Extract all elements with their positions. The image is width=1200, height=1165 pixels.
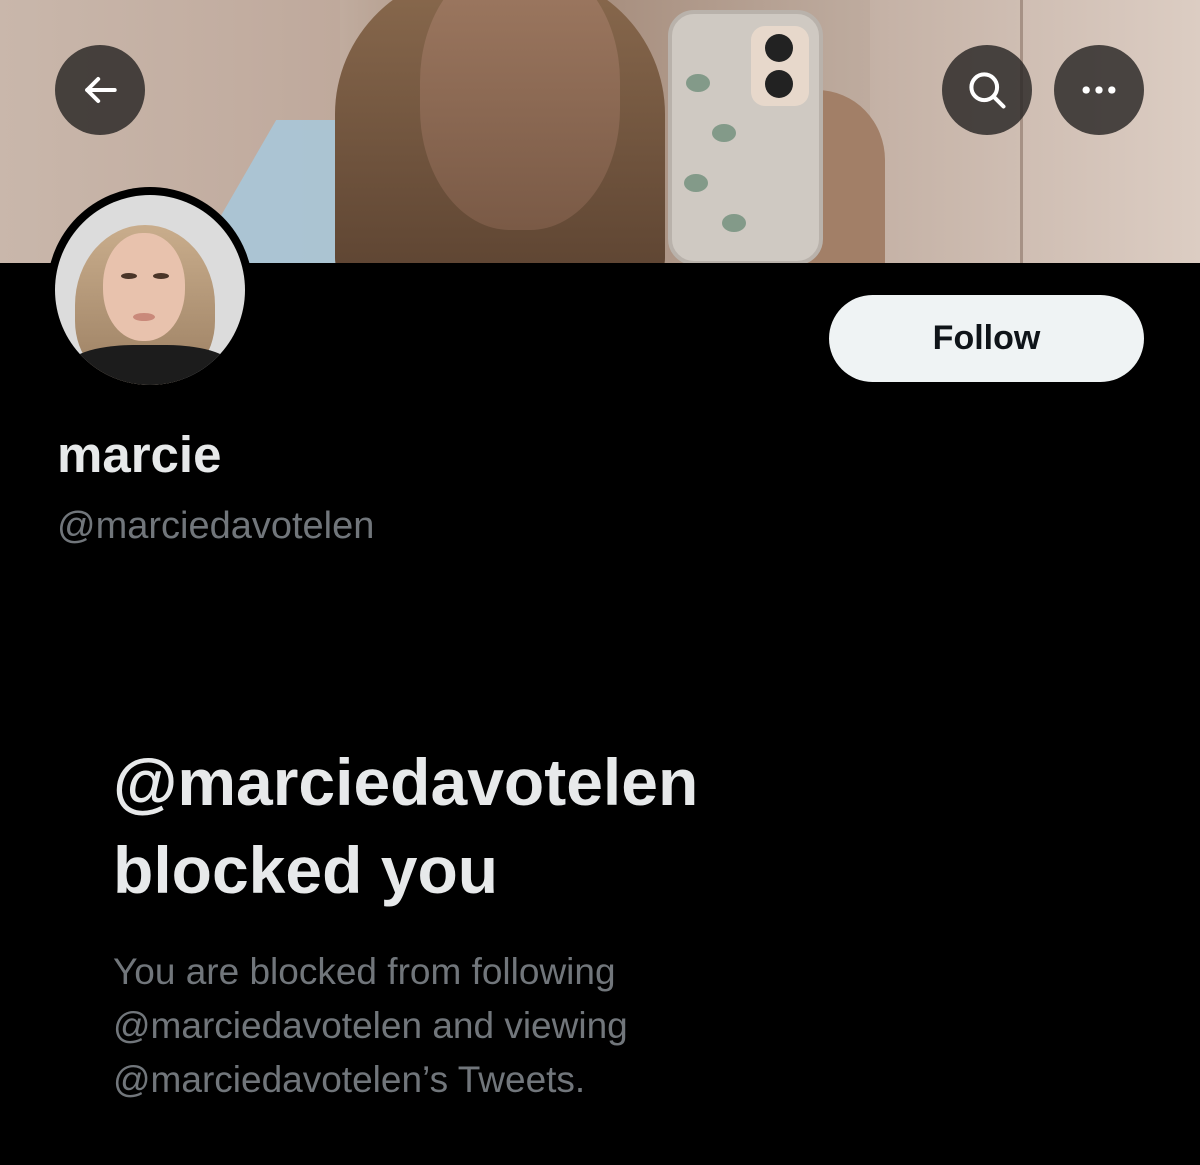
blocked-title-line: blocked you	[113, 833, 499, 907]
phone-camera	[751, 26, 809, 106]
blocked-desc-line: @marciedavotelen and viewing	[113, 1005, 628, 1046]
phone-case-pattern	[712, 124, 736, 142]
banner-face	[420, 0, 620, 230]
follow-button[interactable]: Follow	[829, 295, 1144, 382]
avatar-lips	[133, 313, 155, 321]
search-icon	[965, 68, 1009, 112]
blocked-desc-line: @marciedavotelen’s Tweets.	[113, 1059, 586, 1100]
blocked-title-line: @marciedavotelen	[113, 745, 699, 819]
avatar-photo	[55, 195, 245, 385]
banner-phone	[668, 10, 823, 263]
phone-case-pattern	[684, 174, 708, 192]
back-button[interactable]	[55, 45, 145, 135]
search-button[interactable]	[942, 45, 1032, 135]
more-options-button[interactable]	[1054, 45, 1144, 135]
phone-case-pattern	[686, 74, 710, 92]
profile-handle: @marciedavotelen	[57, 505, 375, 547]
avatar-eye	[153, 273, 169, 279]
avatar-shirt	[65, 345, 235, 385]
phone-case-pattern	[722, 214, 746, 232]
banner-wall-right	[870, 0, 1200, 263]
blocked-desc-line: You are blocked from following	[113, 951, 616, 992]
more-horizontal-icon	[1077, 68, 1121, 112]
blocked-notice-description: You are blocked from following @marcieda…	[113, 945, 913, 1107]
arrow-left-icon	[78, 68, 122, 112]
blocked-notice-title: @marciedavotelen blocked you	[113, 738, 1013, 914]
profile-display-name: marcie	[57, 426, 222, 483]
avatar-eye	[121, 273, 137, 279]
profile-avatar[interactable]	[47, 187, 253, 393]
avatar-face	[103, 233, 185, 341]
